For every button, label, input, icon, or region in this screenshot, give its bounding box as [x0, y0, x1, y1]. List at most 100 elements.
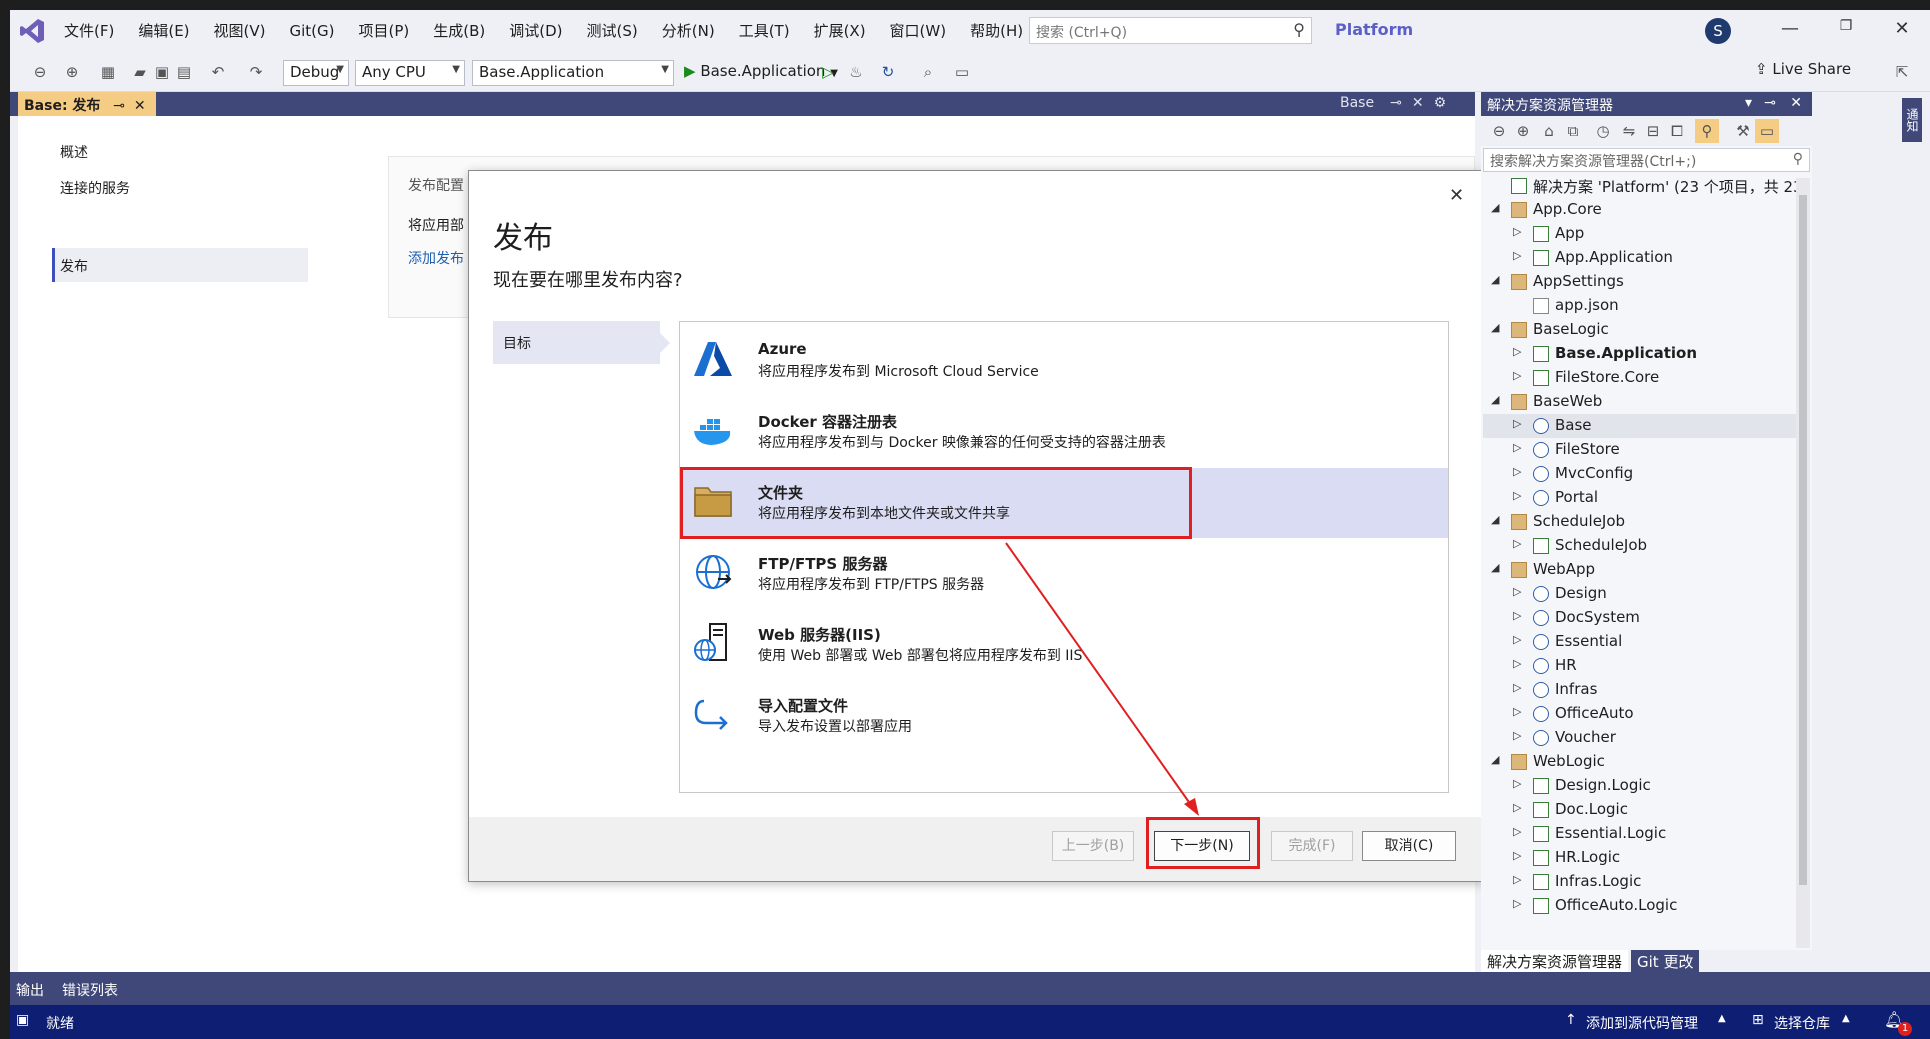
tree-folder[interactable]: ◢ AppSettings	[1483, 270, 1796, 294]
close-icon[interactable]: ✕	[1790, 95, 1802, 111]
open-icon[interactable]: ▰	[128, 60, 152, 84]
nav-publish[interactable]: 发布	[60, 256, 88, 276]
tree-item[interactable]: ▷ Doc.Logic	[1483, 798, 1796, 822]
tab-base[interactable]: Base ⊸ ✕ ⚙	[1332, 92, 1475, 116]
tree-item[interactable]: ▷ HR.Logic	[1483, 846, 1796, 870]
expand-arrow-icon[interactable]: ◢	[1491, 321, 1499, 334]
tree-folder[interactable]: ◢ WebApp	[1483, 558, 1796, 582]
add-publish-link[interactable]: 添加发布	[408, 248, 464, 268]
tree-item[interactable]: ▷ OfficeAuto	[1483, 702, 1796, 726]
tree-item[interactable]: ▷ ScheduleJob	[1483, 534, 1796, 558]
platform-select[interactable]: Any CPU ▼	[355, 60, 465, 86]
expand-arrow-icon[interactable]: ▷	[1513, 777, 1521, 790]
search-input[interactable]: 搜索 (Ctrl+Q) ⚲	[1029, 17, 1312, 44]
save-all-icon[interactable]: ▤	[172, 60, 196, 84]
expand-arrow-icon[interactable]: ▷	[1513, 825, 1521, 838]
tree-item[interactable]: ▷ Infras.Logic	[1483, 870, 1796, 894]
tree-item[interactable]: ▷ App	[1483, 222, 1796, 246]
show-all-files-icon[interactable]: ⧠	[1665, 119, 1689, 143]
sync-icon[interactable]: ⇋	[1617, 119, 1641, 143]
tree-folder[interactable]: ◢ App.Core	[1483, 198, 1796, 222]
pin-icon[interactable]: ⊸	[1390, 95, 1402, 111]
tree-item[interactable]: 解决方案 'Platform' (23 个项目，共 23 个)	[1483, 174, 1796, 198]
switch-view-icon[interactable]: ⧉	[1561, 119, 1585, 143]
menu-item[interactable]: 生成(B)	[421, 10, 497, 52]
tree-item[interactable]: ▷ Base	[1483, 414, 1796, 438]
menu-item[interactable]: 帮助(H)	[958, 10, 1035, 52]
forward-icon[interactable]: ⊕	[60, 60, 84, 84]
expand-arrow-icon[interactable]: ▷	[1513, 417, 1521, 430]
chevron-down-icon[interactable]: ▾	[1745, 95, 1752, 111]
tree-item[interactable]: ▷ Essential	[1483, 630, 1796, 654]
filter-icon[interactable]: ⚲	[1695, 119, 1719, 143]
tree-item[interactable]: ▷ Infras	[1483, 678, 1796, 702]
expand-arrow-icon[interactable]: ◢	[1491, 753, 1499, 766]
pin-icon[interactable]: ⊸	[1764, 95, 1776, 111]
nav-connected-services[interactable]: 连接的服务	[60, 178, 130, 198]
expand-arrow-icon[interactable]: ▷	[1513, 225, 1521, 238]
expand-arrow-icon[interactable]: ▷	[1513, 249, 1521, 262]
expand-arrow-icon[interactable]: ◢	[1491, 201, 1499, 214]
collapse-all-icon[interactable]: ⊟	[1641, 119, 1665, 143]
tab-error-list[interactable]: 错误列表	[62, 980, 118, 1000]
properties-icon[interactable]: ⚒	[1731, 119, 1755, 143]
menu-item[interactable]: 编辑(E)	[126, 10, 201, 52]
tree-item[interactable]: ▷ FileStore.Core	[1483, 366, 1796, 390]
solution-explorer-search[interactable]: 搜索解决方案资源管理器(Ctrl+;) ⚲	[1483, 148, 1810, 172]
tree-item[interactable]: ▷ HR	[1483, 654, 1796, 678]
hot-reload-icon[interactable]: ♨	[844, 60, 868, 84]
undo-icon[interactable]: ↶	[206, 60, 230, 84]
menu-item[interactable]: 扩展(X)	[802, 10, 878, 52]
tab-output[interactable]: 输出	[16, 980, 44, 1000]
expand-arrow-icon[interactable]: ▷	[1513, 705, 1521, 718]
back-icon[interactable]: ⊖	[1487, 119, 1511, 143]
pin-icon[interactable]: ⊸	[113, 98, 125, 114]
expand-arrow-icon[interactable]: ▷	[1513, 465, 1521, 478]
avatar[interactable]: S	[1705, 18, 1731, 44]
expand-arrow-icon[interactable]: ▷	[1513, 633, 1521, 646]
live-share-button[interactable]: ⇪ Live Share	[1755, 60, 1851, 78]
redo-icon[interactable]: ↷	[244, 60, 268, 84]
tree-item[interactable]: ▷ Design	[1483, 582, 1796, 606]
expand-arrow-icon[interactable]: ▷	[1513, 441, 1521, 454]
tree-item[interactable]: ▷ Design.Logic	[1483, 774, 1796, 798]
expand-arrow-icon[interactable]: ▷	[1513, 873, 1521, 886]
menu-item[interactable]: 项目(P)	[347, 10, 422, 52]
close-icon[interactable]: ✕	[1412, 95, 1424, 111]
menu-item[interactable]: 视图(V)	[202, 10, 278, 52]
layout-icon[interactable]: ▭	[950, 60, 974, 84]
expand-arrow-icon[interactable]: ▷	[1513, 801, 1521, 814]
expand-arrow-icon[interactable]: ▷	[1513, 369, 1521, 382]
expand-arrow-icon[interactable]: ▷	[1513, 585, 1521, 598]
refresh-icon[interactable]: ↻	[876, 60, 900, 84]
minimize-button[interactable]: —	[1770, 18, 1810, 44]
menu-item[interactable]: Git(G)	[278, 10, 347, 52]
tree-item[interactable]: ▷ Portal	[1483, 486, 1796, 510]
menu-item[interactable]: 窗口(W)	[878, 10, 959, 52]
expand-arrow-icon[interactable]: ◢	[1491, 393, 1499, 406]
back-icon[interactable]: ⊖	[28, 60, 52, 84]
close-button[interactable]: ✕	[1882, 18, 1922, 44]
expand-arrow-icon[interactable]: ▷	[1513, 537, 1521, 550]
run-button[interactable]: ▶ Base.Application ▼	[684, 62, 838, 80]
expand-arrow-icon[interactable]: ▷	[1513, 489, 1521, 502]
expand-arrow-icon[interactable]: ◢	[1491, 513, 1499, 526]
tree-item[interactable]: ▷ MvcConfig	[1483, 462, 1796, 486]
cancel-button[interactable]: 取消(C)	[1362, 831, 1456, 861]
expand-arrow-icon[interactable]: ◢	[1491, 561, 1499, 574]
forward-icon[interactable]: ⊕	[1511, 119, 1535, 143]
feedback-icon[interactable]: ⇱	[1890, 60, 1914, 84]
tree-item[interactable]: ▷ OfficeAuto.Logic	[1483, 894, 1796, 918]
close-icon[interactable]: ✕	[134, 98, 146, 114]
menu-item[interactable]: 测试(S)	[575, 10, 650, 52]
expand-arrow-icon[interactable]: ▷	[1513, 897, 1521, 910]
select-repository[interactable]: 选择仓库	[1774, 1013, 1830, 1033]
add-to-source-control[interactable]: 添加到源代码管理	[1586, 1013, 1698, 1033]
notifications-tab[interactable]: 通知	[1902, 98, 1922, 142]
expand-arrow-icon[interactable]: ▷	[1513, 849, 1521, 862]
startup-project-select[interactable]: Base.Application ▼	[472, 60, 674, 86]
nav-overview[interactable]: 概述	[60, 142, 88, 162]
menu-item[interactable]: 调试(D)	[497, 10, 574, 52]
expand-arrow-icon[interactable]: ▷	[1513, 657, 1521, 670]
prev-button[interactable]: 上一步(B)	[1052, 831, 1134, 861]
